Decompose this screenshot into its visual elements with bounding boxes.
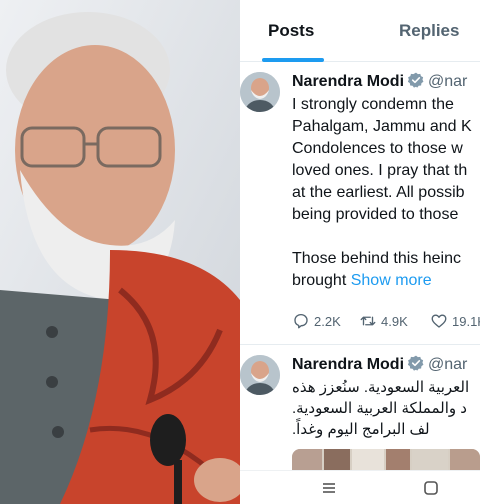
reply-button[interactable]: 2.2K (292, 312, 341, 330)
tweet-line: I strongly condemn the (292, 96, 454, 113)
tweet-line: لف البرامج اليوم وغداً. (292, 421, 430, 438)
tweet-header: Narendra Modi @nar (292, 72, 467, 92)
tweet[interactable]: Narendra Modi @nar العربية السعودية. سنُ… (240, 345, 480, 470)
tweet-line: being provided to those (292, 206, 459, 223)
tweet-line: د والمملكة العربية السعودية. (292, 400, 467, 417)
x-profile-feed: Posts Replies Narendra Modi @nar I stron… (240, 0, 480, 504)
avatar-image (240, 72, 280, 112)
square-home-icon (424, 481, 438, 495)
repost-icon (360, 316, 376, 326)
bottom-navigation (240, 470, 480, 504)
menu-icon (323, 483, 335, 493)
media-thumbnail (292, 449, 480, 470)
repost-count: 4.9K (381, 313, 408, 329)
menu-button[interactable] (318, 477, 340, 499)
profile-tabs: Posts Replies (240, 0, 480, 62)
tweet-line: Those behind this heinc (292, 250, 461, 267)
heart-icon (431, 314, 447, 328)
author-name[interactable]: Narendra Modi (292, 73, 404, 90)
tweet-text: I strongly condemn the Pahalgam, Jammu a… (292, 94, 480, 292)
author-handle[interactable]: @nar (428, 73, 467, 90)
tweet-line: loved ones. I pray that th (292, 162, 468, 179)
tweet-line: brought (292, 272, 347, 289)
repost-button[interactable]: 4.9K (359, 312, 408, 330)
tweet-line: العربية السعودية. سنُعزز هذه (292, 379, 470, 396)
avatar[interactable] (240, 72, 280, 112)
like-button[interactable]: 19.1K (430, 312, 480, 330)
tweet[interactable]: Narendra Modi @nar I strongly condemn th… (240, 62, 480, 345)
verified-badge-icon (408, 355, 424, 371)
photo-panel (0, 0, 240, 504)
tweet-line: Condolences to those w (292, 140, 463, 157)
tweet-line-last: brought Show more (292, 270, 480, 292)
home-button[interactable] (420, 477, 442, 499)
reply-count: 2.2K (314, 313, 341, 329)
tweet-text-arabic: العربية السعودية. سنُعزز هذه د والمملكة … (292, 377, 480, 440)
show-more-link[interactable]: Show more (351, 272, 432, 289)
portrait-photo (0, 0, 240, 504)
avatar-image (240, 355, 280, 395)
tweet-header: Narendra Modi @nar (292, 355, 467, 375)
like-count: 19.1K (452, 313, 480, 329)
tab-replies[interactable]: Replies (399, 0, 459, 62)
verified-badge-icon (408, 72, 424, 88)
tweet-line: at the earliest. All possib (292, 184, 465, 201)
tweet-media-preview[interactable] (292, 449, 480, 470)
author-handle[interactable]: @nar (428, 356, 467, 373)
tab-posts[interactable]: Posts (268, 0, 314, 62)
reply-icon (294, 313, 308, 329)
avatar[interactable] (240, 355, 280, 395)
author-name[interactable]: Narendra Modi (292, 356, 404, 373)
tweet-line: Pahalgam, Jammu and K (292, 118, 472, 135)
